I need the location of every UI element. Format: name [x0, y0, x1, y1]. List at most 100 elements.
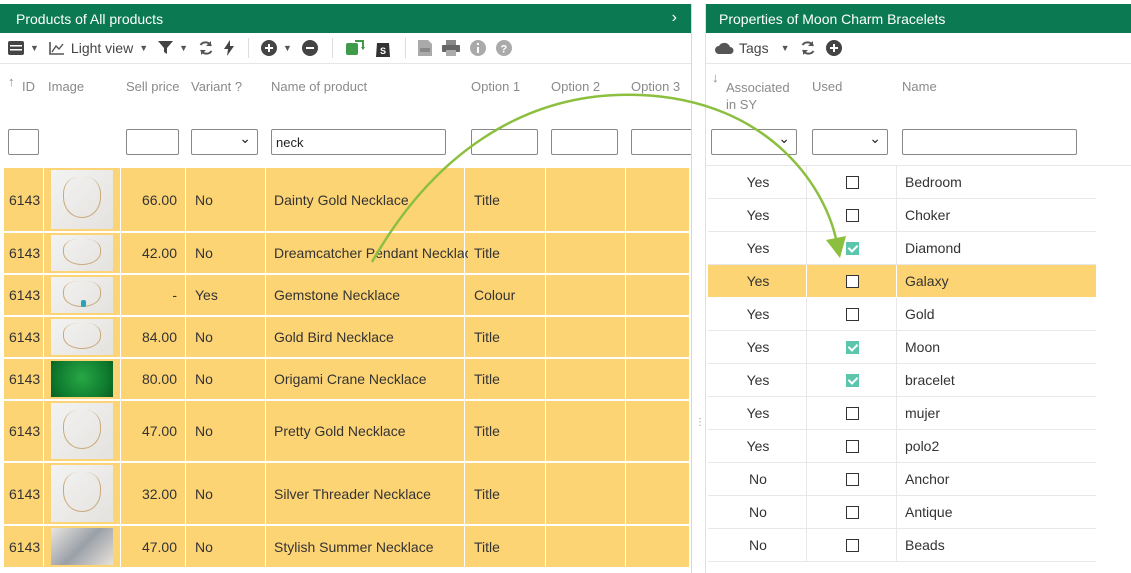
refresh-button[interactable] [198, 40, 214, 56]
column-divider [896, 265, 897, 297]
help-button[interactable]: ? [495, 40, 512, 56]
export-csv-button[interactable] [417, 40, 432, 56]
used-checkbox[interactable] [845, 472, 859, 486]
used-checkbox[interactable] [845, 274, 859, 288]
col-header-associated[interactable]: Associated in SY [726, 79, 790, 113]
view-mode-dropdown[interactable]: Light view ▼ [49, 40, 148, 56]
used-filter-select[interactable] [812, 129, 888, 155]
product-row[interactable]: 6143 66.00 No Dainty Gold Necklace Title [4, 168, 689, 232]
used-checkbox[interactable] [845, 538, 859, 552]
cell-used [808, 166, 896, 198]
chevron-right-icon[interactable]: › [672, 9, 677, 27]
product-row[interactable]: 6143 84.00 No Gold Bird Necklace Title [4, 317, 689, 358]
property-row[interactable]: No Beads [708, 529, 1096, 562]
col-header-option-2[interactable]: Option 2 [551, 79, 600, 94]
used-checkbox[interactable] [845, 307, 859, 321]
column-divider [120, 359, 121, 399]
cell-sell-price: 42.00 [141, 245, 177, 261]
sort-asc-icon[interactable]: ↑ [8, 74, 15, 89]
cell-sell-price: 47.00 [141, 423, 177, 439]
col-header-prop-name[interactable]: Name [902, 79, 937, 94]
associated-filter-select[interactable] [711, 129, 797, 155]
column-divider [625, 233, 626, 273]
used-checkbox[interactable] [845, 406, 859, 420]
info-button[interactable] [469, 40, 486, 56]
print-button[interactable] [441, 40, 460, 56]
property-row[interactable]: Yes polo2 [708, 430, 1096, 463]
property-row[interactable]: No Anchor [708, 463, 1096, 496]
splitter-handle[interactable]: ⋮ [695, 417, 705, 428]
product-row[interactable]: 6143 47.00 No Pretty Gold Necklace Title [4, 401, 689, 462]
property-row[interactable]: Yes Choker [708, 199, 1096, 232]
sort-desc-icon[interactable]: ↓ [712, 70, 719, 85]
refresh-properties-button[interactable] [800, 40, 816, 56]
cell-sell-price: - [172, 287, 177, 303]
option3-filter-input[interactable] [631, 129, 691, 155]
filter-button[interactable]: ▼ [158, 41, 188, 55]
cell-option-1: Title [474, 485, 500, 502]
property-row[interactable]: Yes Diamond [708, 232, 1096, 265]
remove-button[interactable] [301, 40, 318, 56]
id-filter-input[interactable] [8, 129, 39, 155]
product-row[interactable]: 6143 32.00 No Silver Threader Necklace Title [4, 463, 689, 525]
product-row[interactable]: 6143 47.00 No Stylish Summer Necklace Title [4, 526, 689, 568]
cell-id: 6143 [9, 538, 41, 555]
column-divider [545, 275, 546, 315]
tags-dropdown[interactable]: Tags ▼ [714, 40, 790, 56]
col-header-variant[interactable]: Variant ? [191, 79, 242, 94]
used-checkbox[interactable] [845, 175, 859, 189]
svg-text:S: S [380, 46, 386, 56]
product-thumbnail [51, 319, 113, 355]
lightning-icon [224, 40, 235, 56]
prop-name-filter-input[interactable] [902, 129, 1077, 155]
option1-filter-input[interactable] [471, 129, 538, 155]
col-header-used[interactable]: Used [812, 79, 842, 94]
quick-action-button[interactable] [224, 40, 235, 56]
col-header-option-1[interactable]: Option 1 [471, 79, 520, 94]
col-header-sell-price[interactable]: Sell price [126, 79, 179, 94]
column-divider [464, 526, 465, 567]
shopify-button[interactable]: S [375, 39, 391, 57]
add-property-button[interactable] [825, 40, 842, 56]
csv-file-icon [417, 40, 432, 56]
price-filter-input[interactable] [126, 129, 179, 155]
col-header-option-3[interactable]: Option 3 [631, 79, 680, 94]
used-checkbox[interactable] [845, 439, 859, 453]
column-divider [185, 233, 186, 273]
necklace-chain [63, 239, 101, 265]
property-row[interactable]: Yes Moon [708, 331, 1096, 364]
used-checkbox[interactable] [845, 373, 859, 387]
property-row[interactable]: Yes Bedroom [708, 166, 1096, 199]
option2-filter-input[interactable] [551, 129, 618, 155]
column-divider [185, 526, 186, 567]
col-header-name[interactable]: Name of product [271, 79, 367, 94]
product-row[interactable]: 6143 - Yes Gemstone Necklace Colour [4, 275, 689, 316]
used-checkbox[interactable] [845, 340, 859, 354]
products-panel-title: Products of All products [16, 10, 164, 27]
cell-id: 6143 [9, 329, 41, 345]
variant-filter-select[interactable] [191, 129, 258, 155]
cell-associated: Yes [746, 405, 770, 421]
name-filter-input[interactable]: neck [271, 129, 446, 155]
property-row[interactable]: Yes Gold [708, 298, 1096, 331]
used-checkbox[interactable] [845, 505, 859, 519]
cell-property-name: polo2 [905, 438, 940, 454]
property-row[interactable]: Yes mujer [708, 397, 1096, 430]
property-row[interactable]: Yes bracelet [708, 364, 1096, 397]
sync-button[interactable] [345, 39, 365, 57]
col-header-id[interactable]: ID [22, 79, 35, 94]
used-checkbox[interactable] [845, 208, 859, 222]
column-divider [896, 430, 897, 462]
column-divider [265, 401, 266, 461]
product-row[interactable]: 6143 80.00 No Origami Crane Necklace Title [4, 359, 689, 400]
cell-id: 6143 [9, 371, 41, 387]
property-row[interactable]: No Antique [708, 496, 1096, 529]
property-row[interactable]: Yes Galaxy [708, 265, 1096, 298]
grid-menu-button[interactable]: ▼ [8, 41, 39, 55]
cell-variant: No [195, 371, 213, 387]
cell-used [808, 232, 896, 264]
col-header-image[interactable]: Image [48, 79, 84, 94]
product-row[interactable]: 6143 42.00 No Dreamcatcher Pendant Necklace… [4, 233, 689, 274]
used-checkbox[interactable] [845, 241, 859, 255]
add-button[interactable]: ▼ [261, 40, 292, 56]
